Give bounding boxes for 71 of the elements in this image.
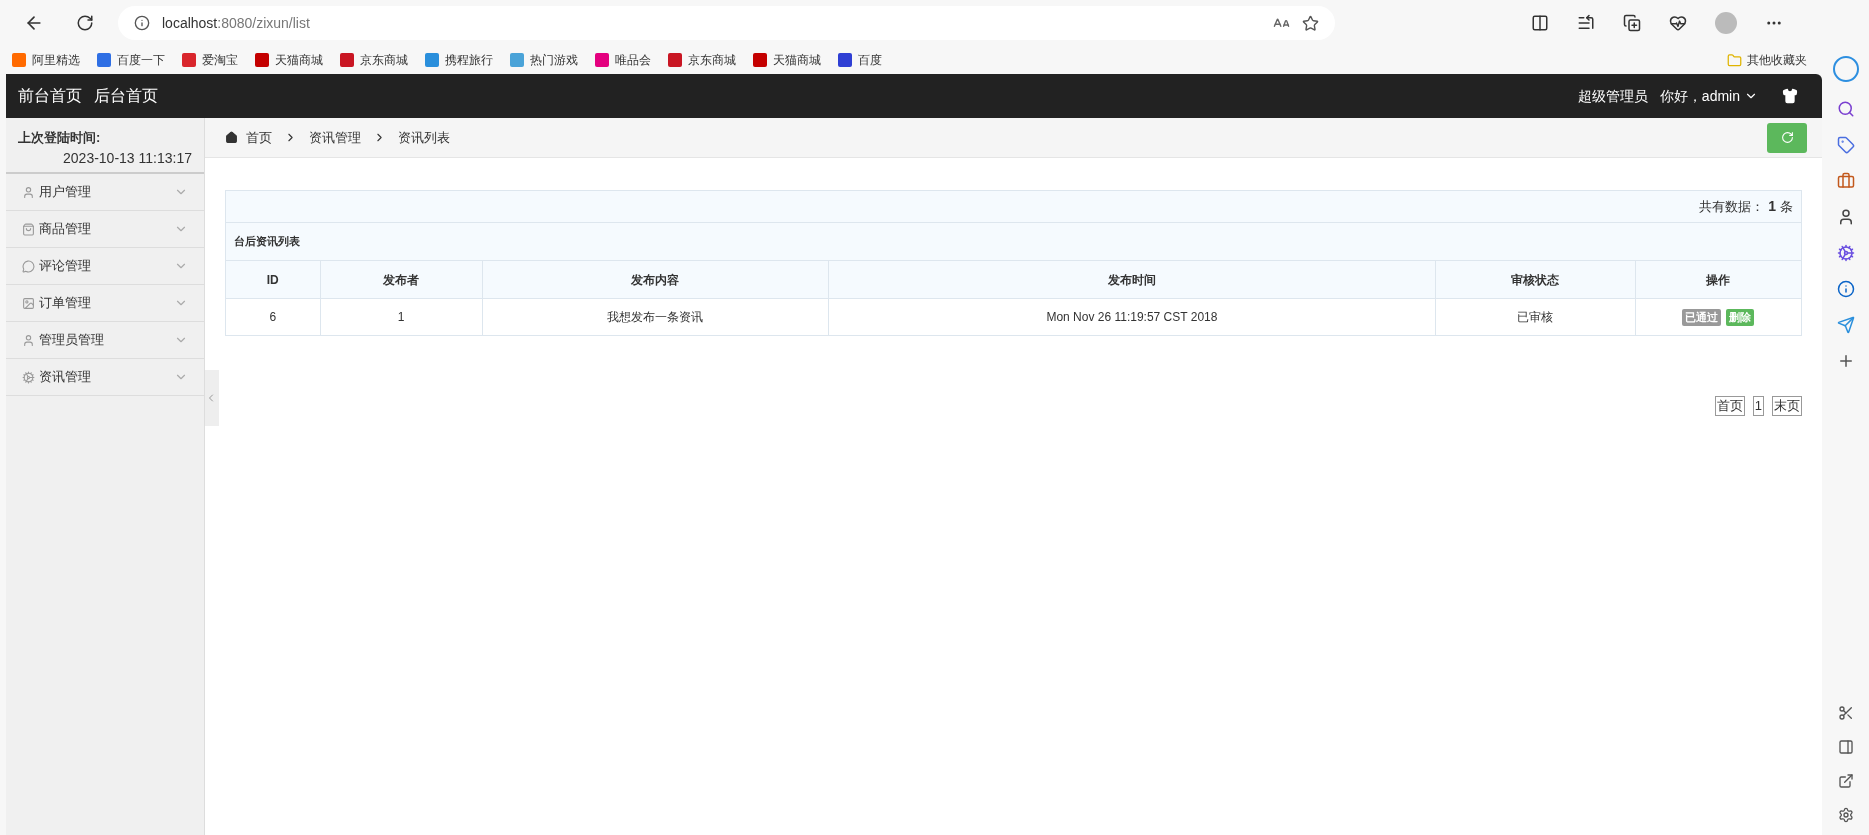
favorites-icon[interactable] <box>1577 14 1595 32</box>
bookmark-item[interactable]: 热门游戏 <box>510 51 578 69</box>
sidebar-menu-item[interactable]: 管理员管理 <box>6 322 204 359</box>
split-screen-icon[interactable] <box>1531 14 1549 32</box>
menu-icon <box>22 222 35 236</box>
column-header: ID <box>226 261 321 298</box>
open-external-icon[interactable] <box>1837 773 1854 789</box>
sidebar-menu-item[interactable]: 资讯管理 <box>6 359 204 396</box>
role-text: 超级管理员 <box>1577 86 1648 106</box>
bookmark-item[interactable]: 携程旅行 <box>425 51 493 69</box>
table-cell: 已审核 <box>1435 299 1636 335</box>
folder-icon <box>1727 52 1742 68</box>
header-link[interactable]: 前台首页 <box>18 84 82 108</box>
tag-icon[interactable] <box>1836 136 1855 154</box>
collections-icon[interactable] <box>1623 14 1641 32</box>
favorite-icon[interactable] <box>1302 14 1319 32</box>
breadcrumb-link[interactable]: 资讯管理 <box>309 127 361 148</box>
sidebar-icon[interactable] <box>1837 739 1854 755</box>
bookmark-item[interactable]: 唯品会 <box>595 51 651 69</box>
column-header: 审核状态 <box>1435 261 1636 298</box>
menu-icon <box>22 370 35 384</box>
menu-icon <box>22 259 35 273</box>
health-icon[interactable] <box>1669 14 1687 32</box>
breadcrumb-link[interactable]: 首页 <box>246 127 272 148</box>
user-menu[interactable]: 你好，admin <box>1659 85 1758 107</box>
column-header: 操作 <box>1705 271 1732 289</box>
bookmark-item[interactable]: 天猫商城 <box>753 51 821 69</box>
bookmark-item[interactable]: 京东商城 <box>340 51 408 69</box>
reload-icon[interactable] <box>76 14 94 32</box>
column-header: 发布者 <box>320 261 483 298</box>
info-icon <box>134 15 150 31</box>
search-icon[interactable] <box>1836 100 1855 118</box>
column-header: 发布时间 <box>829 261 1436 298</box>
bookmark-item[interactable]: 京东商城 <box>668 51 736 69</box>
settings-icon[interactable] <box>1837 807 1854 823</box>
login-time: 2023-10-13 11:13:17 <box>63 148 192 168</box>
sidebar-menu-item[interactable]: 订单管理 <box>6 285 204 322</box>
menu-icon <box>22 185 35 199</box>
column-header: 发布内容 <box>482 261 830 298</box>
bookmark-item[interactable]: 百度一下 <box>97 51 165 69</box>
pagination-link[interactable]: 末页 <box>1772 396 1802 416</box>
shirt-icon[interactable] <box>1782 88 1798 104</box>
url-text: localhost:8080/zixun/list <box>162 13 310 33</box>
sidebar-menu-item[interactable]: 评论管理 <box>6 248 204 285</box>
table-title: 台后资讯列表 <box>234 234 300 250</box>
bookmark-item[interactable]: 天猫商城 <box>255 51 323 69</box>
summary-text: 共有数据： 1 条 <box>1699 197 1793 216</box>
address-bar[interactable]: localhost:8080/zixun/list <box>118 6 1335 40</box>
refresh-icon <box>1780 131 1794 144</box>
pagination-link[interactable]: 首页 <box>1714 396 1745 416</box>
menu-icon <box>22 296 35 310</box>
header-link[interactable]: 后台首页 <box>94 84 158 108</box>
bookmark-item[interactable]: 阿里精选 <box>12 51 80 69</box>
table-cell: 1 <box>320 299 483 335</box>
menu-icon <box>22 333 35 347</box>
sidebar-menu-item[interactable]: 用户管理 <box>6 174 204 211</box>
send-icon[interactable] <box>1836 316 1855 334</box>
bookmark-item[interactable]: 百度 <box>838 51 882 69</box>
home-icon <box>225 131 238 144</box>
pagination-link[interactable]: 1 <box>1752 396 1764 416</box>
screenshot-icon[interactable] <box>1837 705 1854 721</box>
other-bookmarks[interactable]: 其他收藏夹 <box>1727 51 1807 69</box>
sidebar-menu-item[interactable]: 商品管理 <box>6 211 204 248</box>
collapse-handle[interactable] <box>205 370 219 426</box>
briefcase-icon[interactable] <box>1836 172 1855 190</box>
breadcrumb-link[interactable]: 资讯列表 <box>398 127 450 148</box>
table-cell: Mon Nov 26 11:19:57 CST 2018 <box>829 299 1436 335</box>
table-cell: 6 <box>226 299 321 335</box>
login-label: 上次登陆时间: <box>18 129 102 147</box>
bookmark-item[interactable]: 爱淘宝 <box>182 51 238 69</box>
table-cell: 我想发布一条资讯 <box>482 299 830 335</box>
